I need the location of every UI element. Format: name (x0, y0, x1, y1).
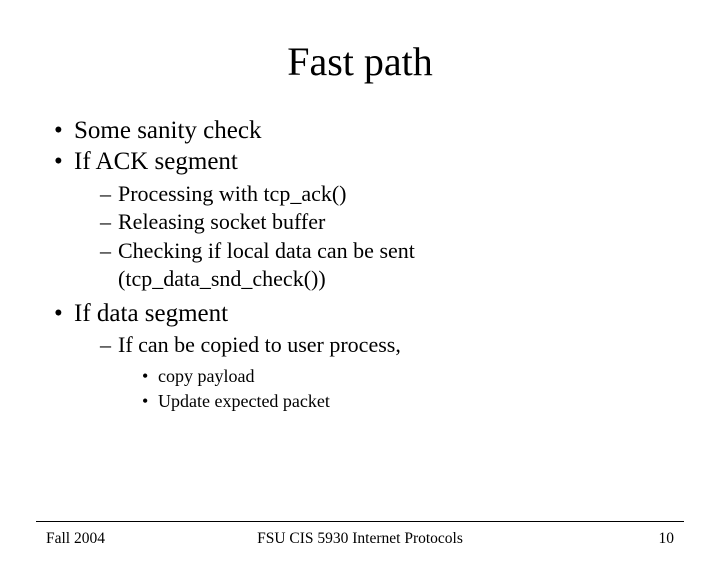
sub-bullet-item: –Checking if local data can be sent (tcp… (100, 237, 720, 294)
bullet-text: If ACK segment (74, 148, 238, 175)
sub-bullet-item: –Releasing socket buffer (100, 208, 720, 237)
bullet-dot-icon: • (142, 364, 158, 389)
sub-bullet-text-wrap: (tcp_data_snd_check()) (100, 265, 720, 294)
sub-sub-bullet-item: •Update expected packet (142, 389, 720, 414)
dash-icon: – (100, 208, 118, 237)
sub-sub-bullet-text: Update expected packet (158, 391, 330, 411)
sub-bullet-text: If can be copied to user process, (118, 332, 401, 357)
slide-footer: Fall 2004 FSU CIS 5930 Internet Protocol… (0, 530, 720, 554)
bullet-text: Some sanity check (74, 117, 261, 144)
bullet-list-level3: •copy payload •Update expected packet (142, 364, 720, 414)
sub-bullet-item: –Processing with tcp_ack() (100, 180, 720, 209)
sub-bullet-text: Releasing socket buffer (118, 209, 325, 234)
sub-bullet-text: Processing with tcp_ack() (118, 181, 347, 206)
bullet-list-level2: –If can be copied to user process, •copy… (100, 331, 720, 414)
dash-icon: – (100, 331, 118, 360)
slide-title: Fast path (0, 38, 720, 85)
sub-bullet-item: –If can be copied to user process, •copy… (100, 331, 720, 414)
bullet-item: •Some sanity check (54, 115, 720, 146)
bullet-dot-icon: • (54, 298, 74, 329)
sub-sub-bullet-text: copy payload (158, 366, 254, 386)
bullet-dot-icon: • (54, 115, 74, 146)
footer-divider (36, 521, 684, 522)
dash-icon: – (100, 237, 118, 266)
slide: Fast path •Some sanity check •If ACK seg… (0, 38, 720, 578)
bullet-item: •If ACK segment –Processing with tcp_ack… (54, 146, 720, 294)
footer-center-text: FSU CIS 5930 Internet Protocols (0, 530, 720, 548)
slide-number: 10 (659, 530, 675, 548)
bullet-dot-icon: • (142, 389, 158, 414)
bullet-dot-icon: • (54, 146, 74, 177)
bullet-text: If data segment (74, 300, 228, 327)
sub-bullet-text: Checking if local data can be sent (118, 238, 415, 263)
bullet-list-level2: –Processing with tcp_ack() –Releasing so… (100, 180, 720, 294)
bullet-list-level1: •Some sanity check •If ACK segment –Proc… (54, 115, 720, 414)
sub-sub-bullet-item: •copy payload (142, 364, 720, 389)
dash-icon: – (100, 180, 118, 209)
bullet-item: •If data segment –If can be copied to us… (54, 298, 720, 414)
